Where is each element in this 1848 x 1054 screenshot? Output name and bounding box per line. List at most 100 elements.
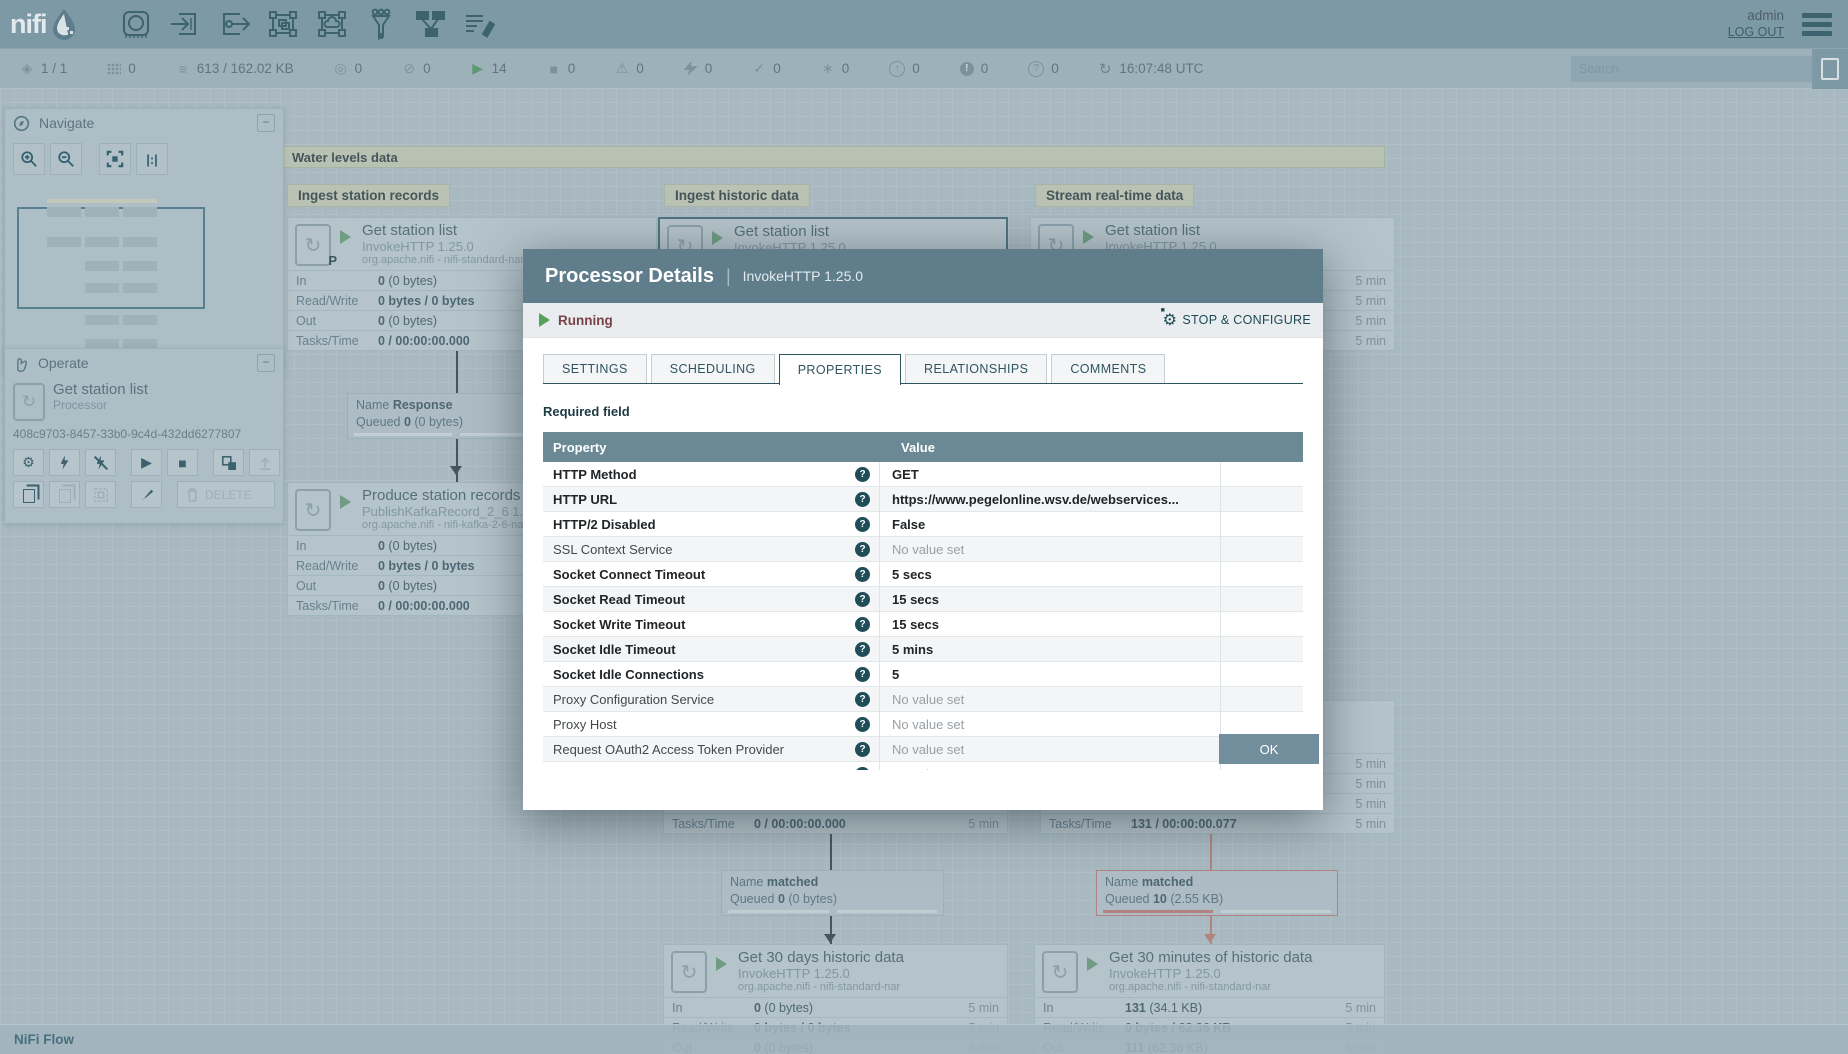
navigate-title: Navigate (39, 115, 95, 131)
stats-window: 5 min (1355, 816, 1386, 831)
tab-settings[interactable]: SETTINGS (543, 354, 647, 383)
collapse-navigate-icon[interactable]: − (257, 114, 275, 132)
running-icon: ▶ (472, 60, 484, 76)
refresh-icon[interactable]: ↻ (1099, 60, 1112, 78)
canvas-label-ingest-station[interactable]: Ingest station records (287, 184, 451, 207)
help-icon[interactable]: ? (855, 566, 870, 582)
minimap-component (85, 261, 119, 271)
help-icon[interactable]: ? (855, 491, 870, 507)
stat-row-in: In0 (0 bytes)5 min (664, 997, 1007, 1017)
connection-arrow-icon (1204, 934, 1216, 943)
enable-button[interactable] (49, 449, 80, 476)
processor-bundle: org.apache.nifi - nifi-standard-nar (738, 981, 901, 993)
help-icon[interactable]: ? (855, 691, 870, 707)
queue-percent-bars (728, 910, 937, 913)
process-group-tool-icon[interactable] (266, 7, 300, 41)
start-button[interactable]: ▶ (131, 449, 162, 476)
property-value: https://www.pegelonline.wsv.de/webservic… (879, 487, 1220, 511)
property-actions (1220, 512, 1303, 536)
group-button[interactable] (85, 481, 116, 508)
canvas-label-water-levels[interactable]: Water levels data (283, 146, 1385, 168)
property-actions (1220, 637, 1303, 661)
zoom-out-button[interactable] (50, 143, 82, 175)
configure-button[interactable]: ⚙ (13, 449, 44, 476)
zoom-fit-button[interactable] (99, 143, 131, 175)
navigate-palette: Navigate − |:| (4, 108, 284, 374)
stats-window: 5 min (1355, 796, 1386, 811)
help-icon[interactable]: ? (855, 766, 870, 770)
zoom-actual-button[interactable]: |:| (136, 143, 168, 175)
help-icon[interactable]: ? (855, 666, 870, 682)
status-locally-modified-stale: ! 0 (959, 61, 988, 76)
current-user: admin (1747, 8, 1784, 23)
stats-window: 5 min (1355, 313, 1386, 328)
help-icon[interactable]: ? (855, 466, 870, 482)
funnel-tool-icon[interactable] (364, 7, 398, 41)
template-tool-icon[interactable] (413, 7, 447, 41)
help-icon[interactable]: ? (855, 541, 870, 557)
zoom-in-button[interactable] (13, 143, 45, 175)
minimap-viewport[interactable] (17, 207, 205, 309)
run-status-icon (1087, 957, 1098, 971)
help-icon[interactable]: ? (855, 641, 870, 657)
collapse-operate-icon[interactable]: − (257, 354, 275, 372)
connection-name: Name matched (1105, 875, 1194, 889)
copy-button[interactable] (13, 481, 44, 508)
compass-icon (13, 115, 30, 132)
processor-tool-icon[interactable] (119, 7, 153, 41)
property-value: 5 secs (879, 562, 1220, 586)
birdseye-minimap[interactable] (11, 185, 277, 363)
delete-button[interactable]: DELETE (177, 481, 275, 508)
property-name: Socket Idle Timeout (553, 641, 676, 657)
minimap-component (85, 237, 119, 247)
property-actions (1220, 662, 1303, 686)
status-running: ▶ 14 (471, 60, 506, 77)
disable-button[interactable] (85, 449, 116, 476)
stop-button[interactable]: ■ (167, 449, 198, 476)
help-icon[interactable]: ? (855, 616, 870, 632)
connection-label[interactable]: Name matched Queued 10 (2.55 KB) (1096, 870, 1338, 916)
help-icon[interactable]: ? (855, 716, 870, 732)
output-port-tool-icon[interactable] (217, 7, 251, 41)
stale-icon: ↑ (889, 60, 906, 77)
upload-template-button[interactable] (249, 449, 280, 476)
help-icon[interactable]: ? (855, 741, 870, 757)
fill-color-button[interactable] (131, 481, 162, 508)
ok-button[interactable]: OK (1219, 734, 1319, 764)
connection-label[interactable]: Name matched Queued 0 (0 bytes) (721, 870, 944, 916)
paste-button[interactable] (49, 481, 80, 508)
run-status-icon (340, 495, 351, 509)
status-locally-modified: ∗ 0 (821, 60, 849, 77)
connection-queued: Queued 10 (2.55 KB) (1105, 892, 1224, 906)
transmitting-icon: ◎ (334, 60, 347, 76)
not-transmitting-count: 0 (423, 61, 431, 76)
tab-scheduling[interactable]: SCHEDULING (650, 354, 775, 383)
nifi-drop-icon (52, 9, 75, 40)
nifi-app: nifi admin LOG OUT ◈ 1 / 1 0 ≡ 613 / 162.02 … (0, 0, 1848, 1054)
help-icon[interactable]: ? (855, 591, 870, 607)
search-input[interactable] (1571, 55, 1812, 82)
property-value: 5 mins (879, 637, 1220, 661)
tab-relationships[interactable]: RELATIONSHIPS (905, 354, 1048, 383)
stop-and-configure-button[interactable]: ⚙ STOP & CONFIGURE (1161, 307, 1311, 330)
remote-process-group-tool-icon[interactable] (315, 7, 349, 41)
tab-properties[interactable]: PROPERTIES (778, 354, 902, 385)
bulletin-panel-icon[interactable] (1812, 48, 1848, 89)
property-name: HTTP URL (553, 491, 618, 507)
canvas-label-stream-realtime[interactable]: Stream real-time data (1035, 184, 1195, 207)
status-transmitting: ◎ 0 (334, 60, 363, 77)
label-tool-icon[interactable] (462, 7, 496, 41)
property-value: GET (879, 462, 1220, 486)
property-row: Socket Read Timeout? 15 secs (543, 587, 1303, 612)
properties-table-header: Property Value (543, 432, 1303, 462)
logout-link[interactable]: LOG OUT (1728, 24, 1784, 40)
canvas-label-ingest-historic[interactable]: Ingest historic data (664, 184, 810, 207)
input-port-tool-icon[interactable] (168, 7, 202, 41)
breadcrumb-root[interactable]: NiFi Flow (14, 1032, 74, 1047)
processor-name: Get station list (734, 223, 830, 240)
property-row: Socket Connect Timeout? 5 secs (543, 562, 1303, 587)
tab-comments[interactable]: COMMENTS (1051, 354, 1166, 383)
global-menu-icon[interactable] (1798, 9, 1836, 40)
help-icon[interactable]: ? (855, 516, 870, 532)
create-template-button[interactable] (213, 449, 244, 476)
